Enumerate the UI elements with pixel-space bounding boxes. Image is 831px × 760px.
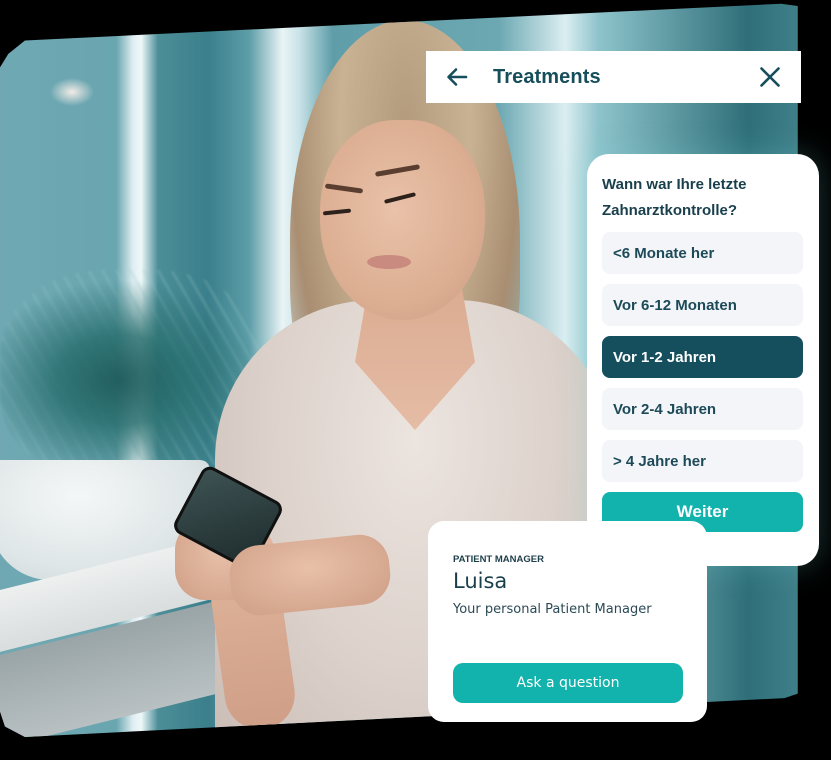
option-label: Vor 6-12 Monaten bbox=[613, 296, 737, 314]
option-1-2-years[interactable]: Vor 1-2 Jahren bbox=[602, 336, 803, 378]
close-button[interactable] bbox=[757, 64, 783, 90]
patient-manager-card: PATIENT MANAGER Luisa Your personal Pati… bbox=[428, 521, 707, 722]
option-label: Vor 2-4 Jahren bbox=[613, 400, 717, 418]
option-6-12-months[interactable]: Vor 6-12 Monaten bbox=[602, 284, 803, 326]
lips bbox=[367, 255, 411, 269]
woman-face bbox=[320, 120, 485, 320]
option-2-4-years[interactable]: Vor 2-4 Jahren bbox=[602, 388, 803, 430]
option-label: Vor 1-2 Jahren bbox=[613, 348, 717, 366]
back-button[interactable] bbox=[444, 64, 470, 90]
question-text: Wann war Ihre letzte Zahnarztkontrolle? bbox=[602, 176, 747, 219]
option-over-4-years[interactable]: > 4 Jahre her bbox=[602, 440, 803, 482]
arrow-left-icon bbox=[447, 68, 468, 86]
page-title: Treatments bbox=[493, 65, 601, 88]
manager-name: Luisa bbox=[453, 569, 508, 593]
option-under-6-months[interactable]: <6 Monate her bbox=[602, 232, 803, 274]
card-eyebrow: PATIENT MANAGER bbox=[453, 554, 544, 565]
option-label: <6 Monate her bbox=[613, 244, 715, 262]
ask-question-button[interactable]: Ask a question bbox=[453, 663, 683, 703]
manager-subtitle: Your personal Patient Manager bbox=[453, 602, 652, 617]
close-x-icon bbox=[760, 67, 780, 87]
question-card: Wann war Ihre letzte Zahnarztkontrolle? … bbox=[587, 154, 819, 566]
option-label: > 4 Jahre her bbox=[613, 452, 706, 470]
treatments-header: Treatments bbox=[426, 51, 801, 103]
